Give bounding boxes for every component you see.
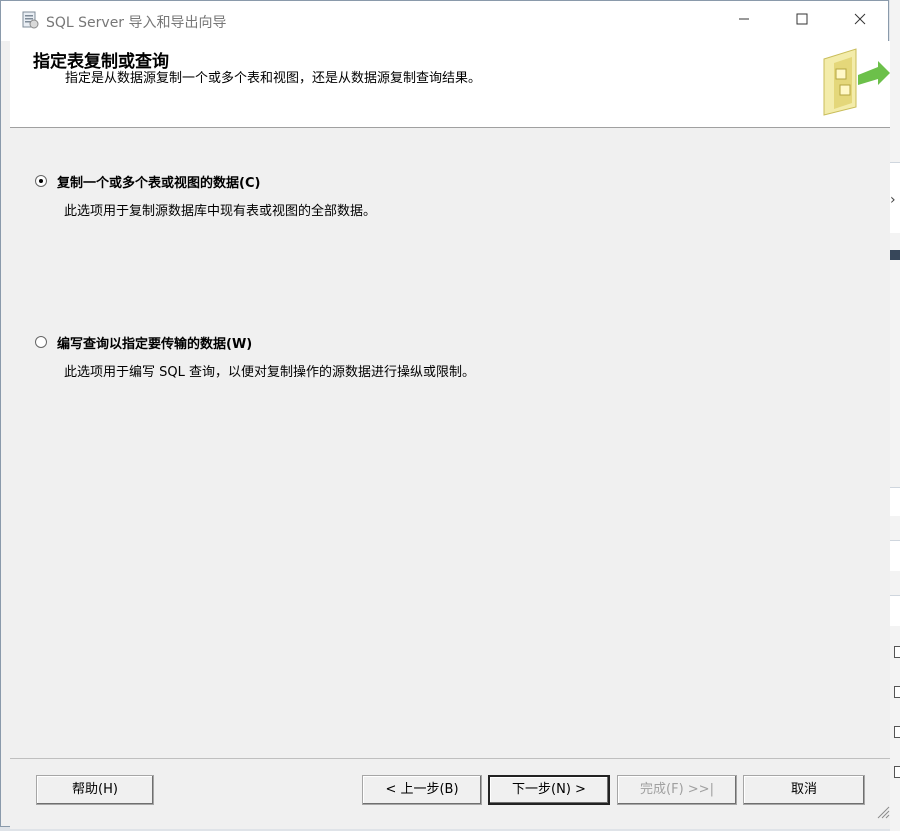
help-button[interactable]: 帮助(H) <box>36 775 154 805</box>
radio-write-query[interactable] <box>35 336 47 348</box>
option-write-query-label[interactable]: 编写查询以指定要传输的数据(W) <box>57 333 252 352</box>
close-icon <box>854 13 866 25</box>
finish-button[interactable]: 完成(F) >>| <box>617 775 737 805</box>
window-title: SQL Server 导入和导出向导 <box>46 15 227 31</box>
background-checkbox <box>894 726 900 738</box>
page-description: 指定是从数据源复制一个或多个表和视图，还是从数据源复制查询结果。 <box>65 71 482 86</box>
background-chevron-icon: › <box>890 192 896 208</box>
background-panel <box>890 540 900 571</box>
background-panel <box>890 487 900 516</box>
wizard-header: 指定表复制或查询 指定是从数据源复制一个或多个表和视图，还是从数据源复制查询结果… <box>10 41 890 129</box>
close-button[interactable] <box>837 1 883 41</box>
background-checkbox <box>894 766 900 778</box>
background-checkbox <box>894 686 900 698</box>
wizard-graphic-icon <box>823 48 890 116</box>
option-write-query-description: 此选项用于编写 SQL 查询，以便对复制操作的源数据进行操纵或限制。 <box>64 365 475 380</box>
background-bar <box>890 250 900 260</box>
background-app-edge <box>890 0 900 831</box>
wizard-window: SQL Server 导入和导出向导 指定表复制或查询 指定是从数据源复制一个或… <box>0 0 890 829</box>
background-panel <box>890 595 900 626</box>
background-checkbox <box>894 646 900 658</box>
next-button[interactable]: 下一步(N) > <box>488 775 610 805</box>
wizard-footer: 帮助(H) < 上一步(B) 下一步(N) > 完成(F) >>| 取消 <box>10 758 890 829</box>
cancel-button[interactable]: 取消 <box>743 775 865 805</box>
minimize-button[interactable] <box>721 1 767 41</box>
back-button[interactable]: < 上一步(B) <box>362 775 482 805</box>
wizard-content: 复制一个或多个表或视图的数据(C) 此选项用于复制源数据库中现有表或视图的全部数… <box>10 128 890 758</box>
option-copy-tables-label[interactable]: 复制一个或多个表或视图的数据(C) <box>57 172 260 191</box>
maximize-icon <box>796 13 808 25</box>
option-copy-tables-description: 此选项用于复制源数据库中现有表或视图的全部数据。 <box>64 204 377 219</box>
radio-selected-dot <box>39 179 43 183</box>
wizard-app-icon <box>22 11 39 29</box>
minimize-icon <box>739 18 749 20</box>
radio-copy-tables[interactable] <box>35 175 47 187</box>
title-bar[interactable]: SQL Server 导入和导出向导 <box>1 1 888 41</box>
maximize-button[interactable] <box>779 1 825 41</box>
resize-grip-icon[interactable] <box>874 803 890 819</box>
